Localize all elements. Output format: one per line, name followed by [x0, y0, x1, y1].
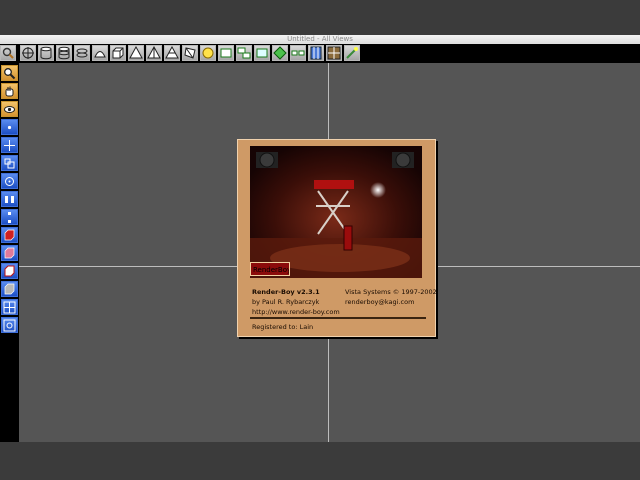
red-cube-icon[interactable]	[1, 227, 18, 243]
camera-view-icon[interactable]	[236, 45, 252, 61]
eye-icon[interactable]	[1, 101, 18, 117]
grid-view-icon[interactable]	[326, 45, 342, 61]
author: by Paul R. Rybarczyk	[252, 298, 320, 306]
move-axis-icon[interactable]	[1, 137, 18, 153]
top-toolbar	[0, 44, 400, 63]
cube-icon[interactable]	[110, 45, 126, 61]
rotate-view-icon[interactable]	[20, 45, 36, 61]
torus-icon[interactable]	[74, 45, 90, 61]
prism-icon[interactable]	[164, 45, 180, 61]
hand-icon[interactable]	[1, 83, 18, 99]
pink-cube-icon[interactable]	[1, 245, 18, 261]
grid-icon[interactable]	[1, 299, 18, 315]
svg-text:RenderBoy: RenderBoy	[253, 266, 289, 274]
divider	[250, 317, 426, 319]
pyramid-alt-icon[interactable]	[146, 45, 162, 61]
email-link[interactable]: renderboy@kagi.com	[345, 298, 414, 306]
rotate-point-icon[interactable]	[1, 173, 18, 189]
desktop-bottom	[0, 442, 640, 480]
company: Vista Systems © 1997-2002	[345, 288, 437, 296]
registered-to: Registered to: Lain	[252, 323, 314, 331]
splash-artwork: RenderBoy	[250, 146, 422, 278]
cylinder-alt-icon[interactable]	[56, 45, 72, 61]
diamond-icon[interactable]	[272, 45, 288, 61]
about-dialog[interactable]: RenderBoy Render-Boy v2.3.1 by Paul R. R…	[237, 139, 437, 337]
window-title: Untitled - All Views	[287, 35, 353, 43]
move-point-icon[interactable]	[1, 119, 18, 135]
distribute-icon[interactable]	[1, 209, 18, 225]
frame-view-icon[interactable]	[254, 45, 270, 61]
texture-icon[interactable]	[308, 45, 324, 61]
grid-alt-icon[interactable]	[1, 317, 18, 333]
website-link[interactable]: http://www.render-boy.com	[252, 308, 340, 316]
cone-icon[interactable]	[92, 45, 108, 61]
left-toolbar	[0, 63, 19, 442]
desktop-top	[0, 0, 640, 35]
renderboy-logo: RenderBoy	[250, 262, 290, 276]
red-box-icon[interactable]	[1, 263, 18, 279]
box-view-icon[interactable]	[218, 45, 234, 61]
align-icon[interactable]	[1, 191, 18, 207]
sphere-light-icon[interactable]	[200, 45, 216, 61]
scale-icon[interactable]	[1, 155, 18, 171]
shaded-box-icon[interactable]	[1, 281, 18, 297]
cylinder-icon[interactable]	[38, 45, 54, 61]
split-view-icon[interactable]	[290, 45, 306, 61]
polygon-icon[interactable]	[182, 45, 198, 61]
app-name: Render-Boy v2.3.1	[252, 288, 320, 296]
pyramid-icon[interactable]	[128, 45, 144, 61]
render-icon[interactable]	[344, 45, 360, 61]
zoom-icon[interactable]	[0, 45, 16, 61]
magnify-icon[interactable]	[1, 65, 18, 81]
